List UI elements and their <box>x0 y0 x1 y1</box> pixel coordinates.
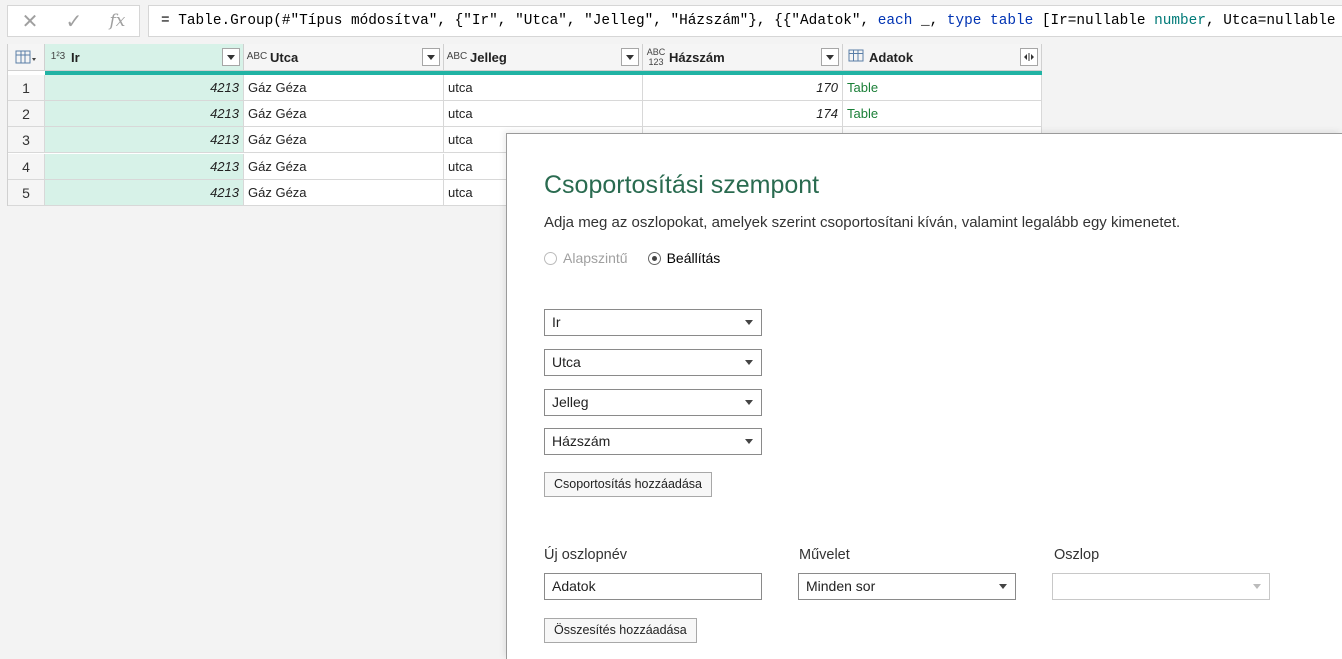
radio-basic-label: Alapszintű <box>563 250 628 266</box>
filter-dropdown-button[interactable] <box>422 48 440 66</box>
table-cell: Gáz Géza <box>244 179 444 206</box>
expand-icon[interactable] <box>1020 48 1038 66</box>
formula-bar: ✕ ✓ fx = Table.Group(#"Típus módosítva",… <box>0 0 1342 42</box>
table-cell: 170 <box>643 75 843 101</box>
formula-segment: each <box>877 13 913 29</box>
group-by-value-4: Házszám <box>552 433 611 449</box>
type-icon: ABC <box>446 51 468 62</box>
formula-segment: [Ir=nullable <box>1033 13 1155 29</box>
type-icon: ABC 123 <box>646 47 666 67</box>
group-by-select-1[interactable]: Ir <box>544 309 762 336</box>
chevron-down-icon <box>745 360 753 365</box>
chevron-down-icon <box>626 54 634 60</box>
group-by-value-2: Utca <box>552 354 581 370</box>
table-cell[interactable]: Table <box>843 101 1042 128</box>
column-header-adatok[interactable]: Adatok <box>843 44 1042 71</box>
formula-segment: = Table.Group(#"Típus módosítva", {"Ir",… <box>161 13 878 29</box>
chevron-down-icon <box>1253 584 1261 589</box>
group-by-select-3[interactable]: Jelleg <box>544 389 762 416</box>
table-cell: Gáz Géza <box>244 75 444 101</box>
new-column-name-input[interactable]: Adatok <box>544 573 762 600</box>
group-by-select-4[interactable]: Házszám <box>544 428 762 455</box>
operation-value: Minden sor <box>806 578 876 594</box>
table-icon <box>15 50 36 64</box>
formula-bar-icons: ✕ ✓ fx <box>7 5 140 37</box>
column-header-label: Jelleg <box>470 49 507 65</box>
column-header-ir[interactable]: 1²3 Ir <box>45 44 244 71</box>
table-cell[interactable]: Table <box>843 75 1042 101</box>
new-column-label: Új oszlopnév <box>544 547 628 563</box>
radio-advanced[interactable] <box>647 251 661 265</box>
chevron-down-icon <box>826 54 834 60</box>
column-header-label: Ir <box>71 49 80 65</box>
table-cell: utca <box>444 75 643 101</box>
formula-segment: , Utca=nullable <box>1205 13 1342 29</box>
table-cell: 4213 <box>45 153 244 180</box>
row-number: 2 <box>8 101 45 128</box>
table-cell: 174 <box>643 101 843 128</box>
table-cell: 4213 <box>45 101 244 128</box>
operation-select[interactable]: Minden sor <box>798 573 1016 600</box>
group-by-value-3: Jelleg <box>552 394 589 410</box>
chevron-down-icon <box>427 54 435 60</box>
type-icon: 1²3 <box>50 51 66 62</box>
formula-segment: type table <box>946 13 1034 29</box>
formula-segment: number <box>1154 13 1206 29</box>
chevron-down-icon <box>745 439 753 444</box>
row-number: 5 <box>8 179 45 206</box>
formula-input[interactable]: = Table.Group(#"Típus módosítva", {"Ir",… <box>148 5 1342 37</box>
table-cell: Gáz Géza <box>244 101 444 128</box>
filter-dropdown-button[interactable] <box>222 48 240 66</box>
dialog-description: Adja meg az oszlopokat, amelyek szerint … <box>544 214 1181 231</box>
fx-icon[interactable]: fx <box>110 11 126 31</box>
formula-segment: _, <box>912 13 947 29</box>
table-cell: Gáz Géza <box>244 127 444 154</box>
table-cell: 4213 <box>45 127 244 154</box>
column-header-házszám[interactable]: ABC 123 Házszám <box>643 44 843 71</box>
table-menu-button[interactable] <box>8 44 45 71</box>
filter-dropdown-button[interactable] <box>821 48 839 66</box>
group-by-dialog: Csoportosítási szempont Adja meg az oszl… <box>506 133 1342 659</box>
confirm-icon[interactable]: ✓ <box>66 9 83 34</box>
radio-basic[interactable] <box>544 251 557 265</box>
add-grouping-button[interactable]: Csoportosítás hozzáadása <box>544 472 713 497</box>
chevron-down-icon <box>745 320 753 325</box>
column-header-label: Házszám <box>669 49 725 65</box>
row-number: 4 <box>8 153 45 180</box>
filter-dropdown-button[interactable] <box>621 48 639 66</box>
chevron-down-icon <box>999 584 1007 589</box>
table-cell: utca <box>444 101 643 128</box>
table-cell: 4213 <box>45 75 244 101</box>
column-header-utca[interactable]: ABC Utca <box>244 44 444 71</box>
column-label: Oszlop <box>1054 547 1100 563</box>
group-by-select-2[interactable]: Utca <box>544 349 762 376</box>
row-number: 1 <box>8 75 45 101</box>
column-select[interactable] <box>1052 573 1270 600</box>
table-cell: 4213 <box>45 179 244 206</box>
column-header-label: Utca <box>270 49 299 65</box>
column-header-jelleg[interactable]: ABC Jelleg <box>444 44 643 71</box>
row-number: 3 <box>8 127 45 154</box>
table-cell: Gáz Géza <box>244 153 444 180</box>
chevron-down-icon <box>227 54 235 60</box>
type-icon: ABC <box>246 51 268 62</box>
mode-radio-group: Alapszintű Beállítás <box>544 250 740 266</box>
group-by-value-1: Ir <box>552 314 561 330</box>
column-header-label: Adatok <box>869 49 914 65</box>
cancel-icon[interactable]: ✕ <box>22 9 39 34</box>
operation-label: Művelet <box>799 547 850 563</box>
add-aggregation-button[interactable]: Összesítés hozzáadása <box>544 618 697 643</box>
chevron-down-icon <box>745 400 753 405</box>
table-icon <box>843 49 869 65</box>
dialog-title: Csoportosítási szempont <box>544 171 820 199</box>
radio-advanced-label: Beállítás <box>666 250 721 266</box>
